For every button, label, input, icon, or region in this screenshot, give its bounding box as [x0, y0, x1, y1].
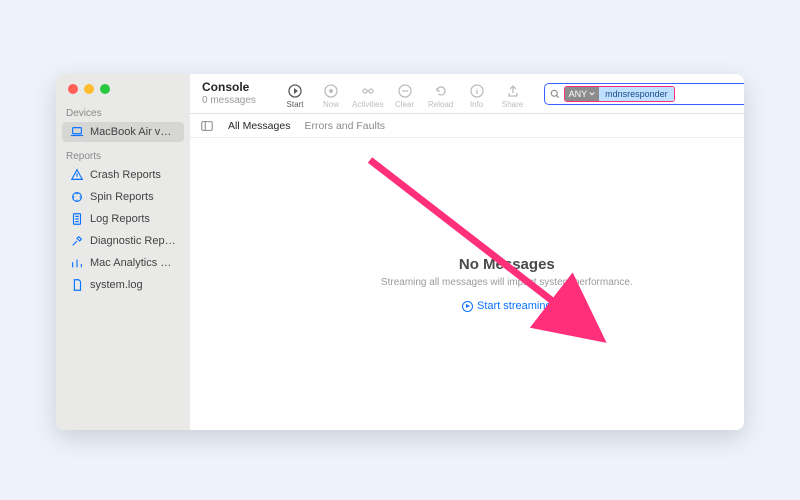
- filter-tab-errors-faults[interactable]: Errors and Faults: [304, 120, 385, 132]
- console-window: Devices MacBook Air von… Reports Crash R…: [56, 74, 744, 430]
- sidebar-item-diagnostic-reports[interactable]: Diagnostic Reports: [62, 231, 184, 251]
- play-icon: [462, 301, 473, 312]
- sidebar-item-systemlog[interactable]: system.log: [62, 275, 184, 295]
- annotation-arrow: [360, 150, 620, 350]
- toolbar-button-label: Clear: [395, 100, 414, 109]
- toolbar-buttons: Start Now Activities Clear Reload: [280, 79, 528, 109]
- filter-bar: All Messages Errors and Faults Save: [190, 114, 744, 138]
- play-icon: [287, 83, 303, 99]
- toolbar: Console 0 messages Start Now Activities: [190, 74, 744, 114]
- warning-icon: [70, 168, 84, 182]
- activities-icon: [360, 83, 376, 99]
- chart-icon: [70, 256, 84, 270]
- reload-icon: [433, 83, 449, 99]
- clear-button[interactable]: Clear: [390, 83, 420, 109]
- window-title: Console: [202, 81, 272, 94]
- info-button[interactable]: Info: [462, 83, 492, 109]
- search-token[interactable]: ANY mdnsresponder: [564, 86, 675, 102]
- toolbar-button-label: Share: [502, 100, 523, 109]
- window-controls: [56, 74, 190, 100]
- reload-button[interactable]: Reload: [426, 83, 456, 109]
- activities-button[interactable]: Activities: [352, 83, 384, 109]
- now-icon: [323, 83, 339, 99]
- sidebar-item-label: system.log: [90, 279, 143, 291]
- toolbar-button-label: Info: [470, 100, 483, 109]
- spinner-icon: [70, 190, 84, 204]
- sidebar-item-log-reports[interactable]: Log Reports: [62, 209, 184, 229]
- share-button[interactable]: Share: [498, 83, 528, 109]
- sidebar-item-label: MacBook Air von…: [90, 126, 176, 138]
- search-token-value: mdnsresponder: [599, 86, 674, 102]
- filter-tab-all-messages[interactable]: All Messages: [228, 120, 290, 132]
- search-input[interactable]: [675, 88, 744, 99]
- sidebar-item-label: Diagnostic Reports: [90, 235, 176, 247]
- search-icon: [549, 88, 561, 100]
- sidebar-section-devices: Devices: [56, 100, 190, 121]
- toolbar-button-label: Activities: [352, 100, 384, 109]
- empty-state-title: No Messages: [459, 256, 555, 273]
- sidebar-item-label: Mac Analytics Data: [90, 257, 176, 269]
- sidebar-toggle-icon[interactable]: [200, 119, 214, 133]
- sidebar-item-label: Crash Reports: [90, 169, 161, 181]
- message-count: 0 messages: [202, 95, 272, 106]
- minimize-window-button[interactable]: [84, 84, 94, 94]
- toolbar-button-label: Start: [287, 100, 304, 109]
- search-field[interactable]: ANY mdnsresponder: [544, 83, 744, 105]
- sidebar-item-mac-analytics[interactable]: Mac Analytics Data: [62, 253, 184, 273]
- chevron-down-icon: [589, 91, 595, 97]
- info-icon: [469, 83, 485, 99]
- main-area: Console 0 messages Start Now Activities: [190, 74, 744, 430]
- laptop-icon: [70, 125, 84, 139]
- toolbar-button-label: Now: [323, 100, 339, 109]
- clear-icon: [397, 83, 413, 99]
- now-button[interactable]: Now: [316, 83, 346, 109]
- start-button[interactable]: Start: [280, 83, 310, 109]
- sidebar-item-spin-reports[interactable]: Spin Reports: [62, 187, 184, 207]
- share-icon: [505, 83, 521, 99]
- tools-icon: [70, 234, 84, 248]
- file-icon: [70, 278, 84, 292]
- sidebar-item-label: Spin Reports: [90, 191, 154, 203]
- start-streaming-link[interactable]: Start streaming: [462, 300, 552, 312]
- start-streaming-label: Start streaming: [477, 300, 552, 312]
- sidebar-item-label: Log Reports: [90, 213, 150, 225]
- doc-icon: [70, 212, 84, 226]
- toolbar-button-label: Reload: [428, 100, 453, 109]
- empty-state-subtitle: Streaming all messages will impact syste…: [381, 277, 633, 288]
- close-window-button[interactable]: [68, 84, 78, 94]
- sidebar-item-crash-reports[interactable]: Crash Reports: [62, 165, 184, 185]
- sidebar-section-reports: Reports: [56, 143, 190, 164]
- zoom-window-button[interactable]: [100, 84, 110, 94]
- sidebar-item-device-0[interactable]: MacBook Air von…: [62, 122, 184, 142]
- sidebar: Devices MacBook Air von… Reports Crash R…: [56, 74, 190, 430]
- title-block: Console 0 messages: [202, 81, 272, 105]
- log-content: No Messages Streaming all messages will …: [190, 138, 744, 430]
- search-token-key[interactable]: ANY: [565, 86, 600, 102]
